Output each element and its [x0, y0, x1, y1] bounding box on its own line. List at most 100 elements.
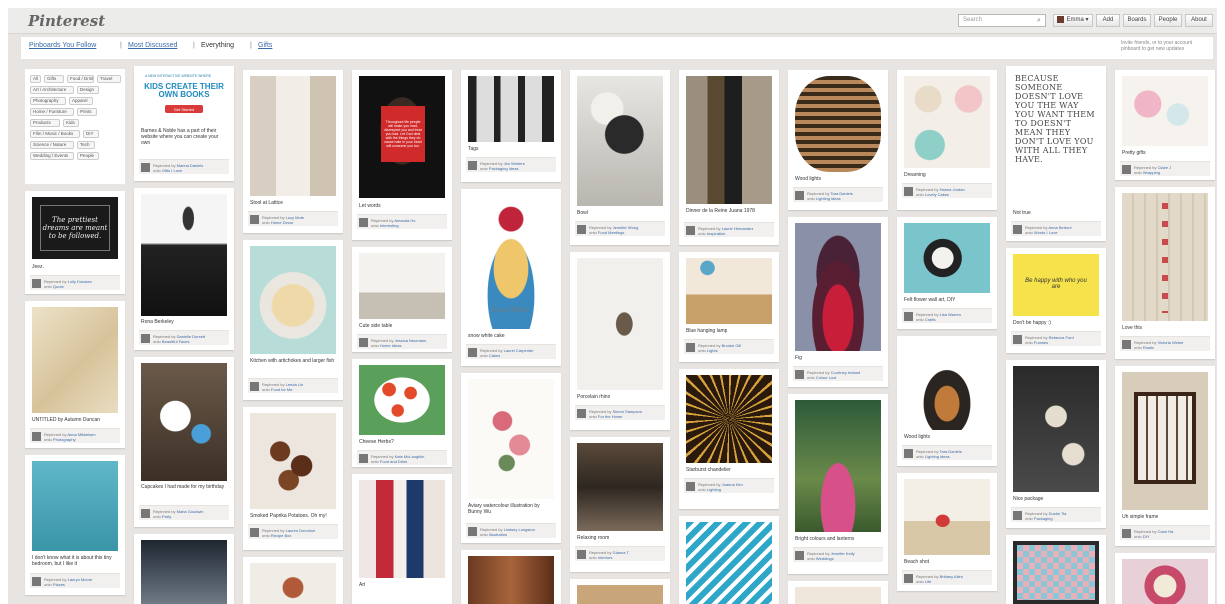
pin-image[interactable]: Snow White [468, 195, 554, 329]
pinner-name[interactable]: Carol Ha [1158, 529, 1174, 534]
nav-pinboards-you-follow[interactable]: Pinboards You Follow [29, 42, 96, 49]
pinner-name[interactable]: Jennifer Kelly [831, 551, 855, 556]
category-all[interactable]: All [30, 75, 41, 83]
pin-image[interactable] [795, 223, 881, 351]
pinner-avatar[interactable] [1013, 335, 1022, 344]
pin-card[interactable]: Starburst chandelier Repinned by Joanna … [679, 369, 779, 509]
board-name[interactable]: Cakes [489, 353, 500, 358]
pinner-name[interactable]: Laurie Hernandez [722, 226, 754, 231]
pin-card[interactable]: Love this Repinned by Victoria Weber onto… [1115, 187, 1215, 359]
board-name[interactable]: Lighting ideas [925, 454, 950, 459]
pinner-avatar[interactable] [141, 163, 150, 172]
pinner-avatar[interactable] [468, 527, 477, 536]
pinner-avatar[interactable] [32, 432, 41, 441]
pinner-avatar[interactable] [577, 550, 586, 559]
pin-card[interactable]: Wood lights Repinned by Tara Daniels onto… [788, 70, 888, 210]
pinner-avatar[interactable] [468, 161, 477, 170]
pin-card[interactable]: Porcelain rhino Repinned by Simon Sampso… [570, 252, 670, 430]
pinner-avatar[interactable] [795, 370, 804, 379]
nav-everything[interactable]: Everything [201, 42, 234, 49]
pin-image[interactable] [577, 76, 663, 206]
board-name[interactable]: Lighting ideas [816, 196, 841, 201]
pinner-avatar[interactable] [686, 226, 695, 235]
category-gifts[interactable]: Gifts [44, 75, 64, 83]
board-name[interactable]: Funnies [1034, 340, 1048, 345]
pinner-avatar[interactable] [250, 215, 259, 224]
pin-image[interactable] [795, 400, 881, 532]
board-name[interactable]: Photography [53, 437, 76, 442]
pinner-avatar[interactable] [468, 348, 477, 357]
pin-image[interactable] [141, 194, 227, 316]
pinterest-logo[interactable]: Pinterest [28, 12, 105, 30]
pin-card[interactable]: Blue hanging lamp Repinned by Brooke Gil… [679, 252, 779, 362]
get-started-button[interactable]: Get Started [165, 105, 203, 113]
add-button[interactable]: Add [1096, 14, 1120, 27]
pin-card[interactable]: Fig Repinned by Courtney Ireland onto Col… [788, 217, 888, 387]
pinner-avatar[interactable] [359, 454, 368, 463]
board-name[interactable]: Life [925, 579, 931, 584]
pinner-name[interactable]: Maria Goodwin [177, 509, 204, 514]
board-name[interactable]: Lights [707, 348, 718, 353]
pinner-name[interactable]: Laurel Carpenter [504, 348, 534, 353]
category-wedding-events[interactable]: Wedding / Events [30, 152, 74, 160]
category-tech[interactable]: Tech [77, 141, 95, 149]
pin-image[interactable] [904, 223, 990, 293]
board-name[interactable]: Crafts [925, 317, 936, 322]
category-kids[interactable]: Kids [63, 119, 79, 127]
category-home-furniture[interactable]: Home / Furniture [30, 108, 74, 116]
pin-image[interactable] [250, 413, 336, 509]
pin-image[interactable] [32, 307, 118, 413]
category-photography[interactable]: Photography [30, 97, 66, 105]
board-name[interactable]: Recipe Box [271, 533, 291, 538]
pin-card[interactable]: Stool at Lattice Repinned by Lucy Mote on… [243, 70, 343, 233]
pinner-avatar[interactable] [359, 338, 368, 347]
category-apparel[interactable]: Apparel [69, 97, 93, 105]
pinner-avatar[interactable] [250, 528, 259, 537]
pin-image[interactable] [686, 258, 772, 324]
board-name[interactable]: Gifts I Love [162, 168, 182, 173]
pin-image[interactable] [1122, 76, 1208, 146]
pin-image[interactable] [686, 76, 772, 204]
pin-card[interactable]: Cheese Herbs? Repinned by Kate McLaughli… [352, 359, 452, 467]
board-name[interactable]: DIY [1143, 534, 1150, 539]
pin-image[interactable] [468, 76, 554, 142]
pin-image[interactable] [904, 76, 990, 168]
board-name[interactable]: Interesting [380, 223, 399, 228]
search-icon[interactable]: ⌕ [1037, 17, 1041, 25]
search-input[interactable]: Search [958, 14, 1046, 27]
pin-card[interactable] [1115, 553, 1215, 604]
pin-image[interactable]: The prettiest dreams are meant to be fol… [32, 197, 118, 259]
pinner-avatar[interactable] [1013, 511, 1022, 520]
pin-card[interactable]: Tags Repinned by Jen Winters onto Packagi… [461, 70, 561, 182]
boards-button[interactable]: Boards [1123, 14, 1151, 27]
user-button[interactable]: Emma ▾ [1053, 14, 1093, 27]
board-name[interactable]: Lovely Cakes [925, 192, 949, 197]
pinner-avatar[interactable] [32, 279, 41, 288]
pin-card[interactable] [243, 557, 343, 604]
board-name[interactable]: Words I Love [1034, 230, 1058, 235]
pin-card[interactable]: Beach shot Repinned by Brittany Allen ont… [897, 473, 997, 591]
pin-card[interactable]: Smoked Paprika Potatoes. Oh my! Repinned… [243, 407, 343, 550]
category-people[interactable]: People [77, 152, 99, 160]
pinner-name[interactable]: Joanna Kim [722, 482, 743, 487]
pinner-avatar[interactable] [795, 551, 804, 560]
pinner-name[interactable]: Lauryn Moore [68, 577, 93, 582]
pinner-name[interactable]: Rebecca Ford [1049, 335, 1074, 340]
pin-image[interactable] [1122, 372, 1208, 510]
pinner-name[interactable]: Brittany Allen [940, 574, 963, 579]
pinner-avatar[interactable] [686, 482, 695, 491]
pin-image[interactable] [795, 76, 881, 172]
pin-image[interactable] [577, 258, 663, 390]
pin-image[interactable] [577, 585, 663, 604]
pin-image[interactable]: Be happy with who you are [1013, 254, 1099, 316]
pin-image[interactable] [686, 522, 772, 604]
pin-card[interactable]: Nice package Repinned by Dustin Tia onto … [1006, 360, 1106, 528]
pin-image[interactable] [904, 342, 990, 430]
pinner-name[interactable]: Lisa Warren [940, 312, 961, 317]
pin-card[interactable]: Art [352, 474, 452, 604]
pin-card[interactable]: Pretty gifts Repinned by Claire Jonto Wr… [1115, 70, 1215, 180]
pin-image[interactable] [468, 556, 554, 604]
board-name[interactable]: Illustration [489, 532, 507, 537]
pinner-name[interactable]: Brooke Gill [722, 343, 742, 348]
pinner-avatar[interactable] [359, 218, 368, 227]
